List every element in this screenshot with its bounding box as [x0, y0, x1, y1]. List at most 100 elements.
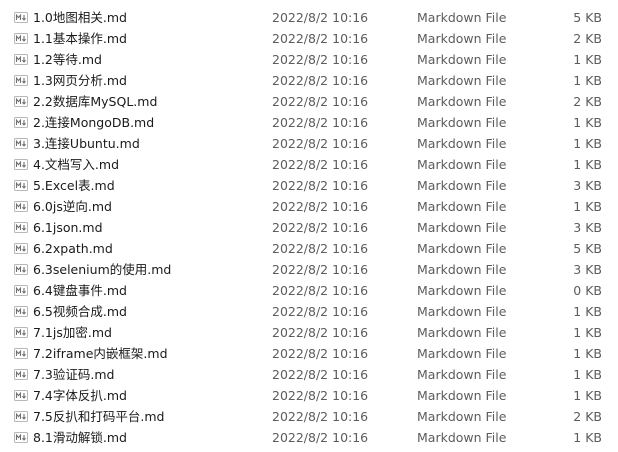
file-name[interactable]: 6.3selenium的使用.md — [33, 259, 263, 280]
file-icon-cell — [14, 301, 30, 322]
file-icon-cell — [14, 154, 30, 175]
file-row[interactable]: 4.文档写入.md 2022/8/2 10:16 Markdown File 1… — [0, 154, 618, 175]
file-list: 1.0地图相关.md 2022/8/2 10:16 Markdown File … — [0, 0, 618, 448]
file-modified-date: 2022/8/2 10:16 — [272, 409, 369, 424]
file-size: 1 KB — [573, 157, 602, 172]
file-name[interactable]: 7.4字体反扒.md — [33, 385, 263, 406]
file-row[interactable]: 6.2xpath.md 2022/8/2 10:16 Markdown File… — [0, 238, 618, 259]
file-name[interactable]: 6.5视频合成.md — [33, 301, 263, 322]
file-row[interactable]: 6.3selenium的使用.md 2022/8/2 10:16 Markdow… — [0, 259, 618, 280]
file-type: Markdown File — [417, 115, 507, 130]
file-name[interactable]: 4.文档写入.md — [33, 154, 263, 175]
file-icon-cell — [14, 49, 30, 70]
file-row[interactable]: 8.1滑动解锁.md 2022/8/2 10:16 Markdown File … — [0, 427, 618, 448]
file-row[interactable]: 6.4键盘事件.md 2022/8/2 10:16 Markdown File … — [0, 280, 618, 301]
file-name[interactable]: 6.0js逆向.md — [33, 196, 263, 217]
file-icon-cell — [14, 112, 30, 133]
file-size: 1 KB — [573, 73, 602, 88]
file-size: 1 KB — [573, 115, 602, 130]
file-row[interactable]: 6.1json.md 2022/8/2 10:16 Markdown File … — [0, 217, 618, 238]
file-row[interactable]: 7.2iframe内嵌框架.md 2022/8/2 10:16 Markdown… — [0, 343, 618, 364]
file-icon-cell — [14, 133, 30, 154]
file-name[interactable]: 1.0地图相关.md — [33, 7, 263, 28]
file-modified-date: 2022/8/2 10:16 — [272, 52, 369, 67]
file-row[interactable]: 2.连接MongoDB.md 2022/8/2 10:16 Markdown F… — [0, 112, 618, 133]
file-icon-cell — [14, 259, 30, 280]
file-name[interactable]: 7.2iframe内嵌框架.md — [33, 343, 263, 364]
file-row[interactable]: 1.0地图相关.md 2022/8/2 10:16 Markdown File … — [0, 7, 618, 28]
markdown-file-icon — [14, 159, 28, 170]
markdown-file-icon — [14, 411, 28, 422]
file-type: Markdown File — [417, 367, 507, 382]
file-name[interactable]: 1.2等待.md — [33, 49, 263, 70]
file-row[interactable]: 7.5反扒和打码平台.md 2022/8/2 10:16 Markdown Fi… — [0, 406, 618, 427]
file-name[interactable]: 1.1基本操作.md — [33, 28, 263, 49]
file-type: Markdown File — [417, 388, 507, 403]
file-size: 2 KB — [573, 409, 602, 424]
markdown-file-icon — [14, 243, 28, 254]
file-modified-date: 2022/8/2 10:16 — [272, 31, 369, 46]
file-type: Markdown File — [417, 346, 507, 361]
markdown-file-icon — [14, 432, 28, 443]
file-size: 2 KB — [573, 94, 602, 109]
file-modified-date: 2022/8/2 10:16 — [272, 136, 369, 151]
file-row[interactable]: 1.3网页分析.md 2022/8/2 10:16 Markdown File … — [0, 70, 618, 91]
file-name[interactable]: 7.1js加密.md — [33, 322, 263, 343]
file-type: Markdown File — [417, 94, 507, 109]
file-name[interactable]: 6.2xpath.md — [33, 238, 263, 259]
file-name[interactable]: 5.Excel表.md — [33, 175, 263, 196]
file-row[interactable]: 3.连接Ubuntu.md 2022/8/2 10:16 Markdown Fi… — [0, 133, 618, 154]
file-row[interactable]: 5.Excel表.md 2022/8/2 10:16 Markdown File… — [0, 175, 618, 196]
file-modified-date: 2022/8/2 10:16 — [272, 220, 369, 235]
markdown-file-icon — [14, 306, 28, 317]
file-type: Markdown File — [417, 157, 507, 172]
file-modified-date: 2022/8/2 10:16 — [272, 283, 369, 298]
file-name[interactable]: 8.1滑动解锁.md — [33, 427, 263, 448]
file-row[interactable]: 7.4字体反扒.md 2022/8/2 10:16 Markdown File … — [0, 385, 618, 406]
markdown-file-icon — [14, 96, 28, 107]
file-row[interactable]: 7.3验证码.md 2022/8/2 10:16 Markdown File 1… — [0, 364, 618, 385]
file-name[interactable]: 1.3网页分析.md — [33, 70, 263, 91]
file-size: 2 KB — [573, 31, 602, 46]
file-type: Markdown File — [417, 136, 507, 151]
file-row[interactable]: 7.1js加密.md 2022/8/2 10:16 Markdown File … — [0, 322, 618, 343]
markdown-file-icon — [14, 369, 28, 380]
file-size: 5 KB — [573, 10, 602, 25]
file-size: 1 KB — [573, 325, 602, 340]
file-name[interactable]: 6.1json.md — [33, 217, 263, 238]
markdown-file-icon — [14, 222, 28, 233]
file-type: Markdown File — [417, 31, 507, 46]
file-row[interactable]: 6.5视频合成.md 2022/8/2 10:16 Markdown File … — [0, 301, 618, 322]
markdown-file-icon — [14, 327, 28, 338]
file-icon-cell — [14, 28, 30, 49]
file-icon-cell — [14, 91, 30, 112]
file-type: Markdown File — [417, 409, 507, 424]
file-row[interactable]: 6.0js逆向.md 2022/8/2 10:16 Markdown File … — [0, 196, 618, 217]
file-name[interactable]: 3.连接Ubuntu.md — [33, 133, 263, 154]
file-size: 1 KB — [573, 367, 602, 382]
markdown-file-icon — [14, 54, 28, 65]
file-row[interactable]: 1.1基本操作.md 2022/8/2 10:16 Markdown File … — [0, 28, 618, 49]
file-name[interactable]: 2.2数据库MySQL.md — [33, 91, 263, 112]
file-type: Markdown File — [417, 262, 507, 277]
file-type: Markdown File — [417, 304, 507, 319]
file-icon-cell — [14, 7, 30, 28]
markdown-file-icon — [14, 390, 28, 401]
file-name[interactable]: 7.3验证码.md — [33, 364, 263, 385]
file-icon-cell — [14, 364, 30, 385]
file-icon-cell — [14, 322, 30, 343]
file-icon-cell — [14, 196, 30, 217]
file-row[interactable]: 1.2等待.md 2022/8/2 10:16 Markdown File 1 … — [0, 49, 618, 70]
file-name[interactable]: 7.5反扒和打码平台.md — [33, 406, 263, 427]
file-row[interactable]: 2.2数据库MySQL.md 2022/8/2 10:16 Markdown F… — [0, 91, 618, 112]
file-name[interactable]: 6.4键盘事件.md — [33, 280, 263, 301]
file-size: 1 KB — [573, 199, 602, 214]
markdown-file-icon — [14, 138, 28, 149]
file-modified-date: 2022/8/2 10:16 — [272, 388, 369, 403]
markdown-file-icon — [14, 285, 28, 296]
file-icon-cell — [14, 217, 30, 238]
file-size: 0 KB — [573, 283, 602, 298]
file-name[interactable]: 2.连接MongoDB.md — [33, 112, 263, 133]
file-size: 3 KB — [573, 178, 602, 193]
file-modified-date: 2022/8/2 10:16 — [272, 430, 369, 445]
